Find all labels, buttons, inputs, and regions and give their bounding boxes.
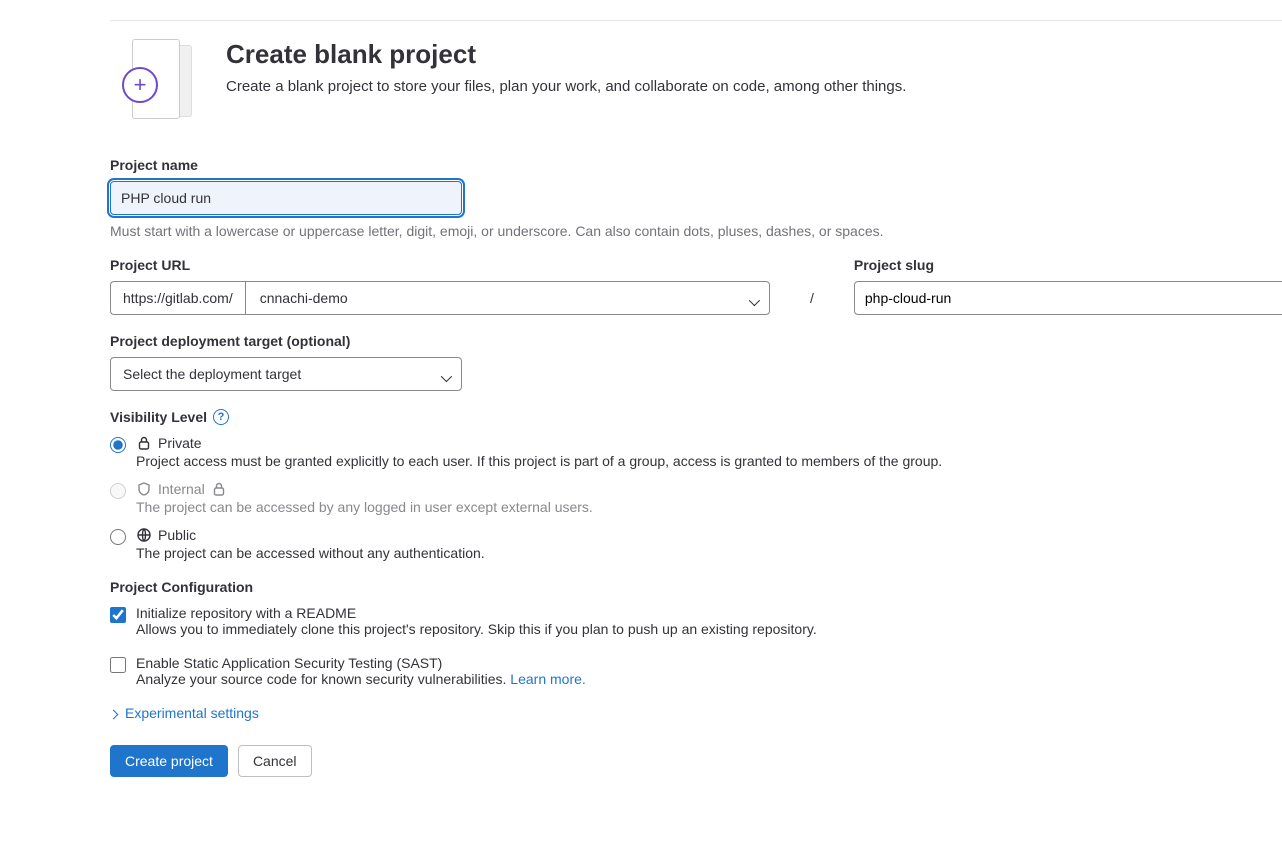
project-slug-input[interactable] — [854, 281, 1282, 315]
namespace-select[interactable]: cnnachi-demo — [245, 281, 770, 315]
project-slug-label: Project slug — [854, 257, 1282, 273]
visibility-internal-radio — [110, 483, 126, 499]
page-title: Create blank project — [226, 39, 906, 70]
experimental-label: Experimental settings — [125, 705, 259, 721]
visibility-private-radio[interactable] — [110, 437, 126, 453]
visibility-public-label: Public — [158, 527, 196, 543]
visibility-private-label: Private — [158, 435, 202, 451]
project-url-prefix: https://gitlab.com/ — [110, 281, 245, 315]
namespace-value: cnnachi-demo — [260, 290, 348, 306]
create-project-button[interactable]: Create project — [110, 745, 228, 777]
project-icon: + — [110, 39, 198, 127]
project-name-label: Project name — [110, 157, 1282, 173]
chevron-right-icon — [110, 705, 117, 721]
help-icon[interactable]: ? — [213, 409, 229, 425]
sast-checkbox[interactable] — [110, 657, 126, 673]
visibility-internal-label: Internal — [158, 481, 205, 497]
sast-desc: Analyze your source code for known secur… — [136, 671, 510, 687]
visibility-internal-desc: The project can be accessed by any logge… — [136, 499, 1282, 515]
globe-icon — [136, 527, 152, 543]
readme-desc: Allows you to immediately clone this pro… — [136, 621, 1282, 637]
chevron-down-icon — [441, 369, 451, 379]
readme-label: Initialize repository with a README — [136, 605, 1282, 621]
config-heading: Project Configuration — [110, 579, 1282, 595]
project-name-helper: Must start with a lowercase or uppercase… — [110, 223, 1282, 239]
sast-learn-more-link[interactable]: Learn more. — [510, 671, 585, 687]
deployment-select[interactable]: Select the deployment target — [110, 357, 462, 391]
project-name-input[interactable] — [110, 181, 462, 215]
page-subtitle: Create a blank project to store your fil… — [226, 78, 906, 95]
visibility-public-desc: The project can be accessed without any … — [136, 545, 1282, 561]
project-url-label: Project URL — [110, 257, 770, 273]
shield-icon — [136, 481, 152, 497]
visibility-private-desc: Project access must be granted explicitl… — [136, 453, 1282, 469]
readme-checkbox[interactable] — [110, 607, 126, 623]
visibility-heading: Visibility Level — [110, 409, 207, 425]
visibility-public-radio[interactable] — [110, 529, 126, 545]
url-slash: / — [810, 266, 814, 306]
deployment-label: Project deployment target (optional) — [110, 333, 1282, 349]
deployment-placeholder: Select the deployment target — [123, 366, 301, 382]
plus-icon: + — [122, 67, 158, 103]
cancel-button[interactable]: Cancel — [238, 745, 312, 777]
lock-icon — [211, 481, 227, 497]
experimental-toggle[interactable]: Experimental settings — [110, 705, 1282, 721]
sast-label: Enable Static Application Security Testi… — [136, 655, 1282, 671]
chevron-down-icon — [749, 293, 759, 303]
lock-icon — [136, 435, 152, 451]
